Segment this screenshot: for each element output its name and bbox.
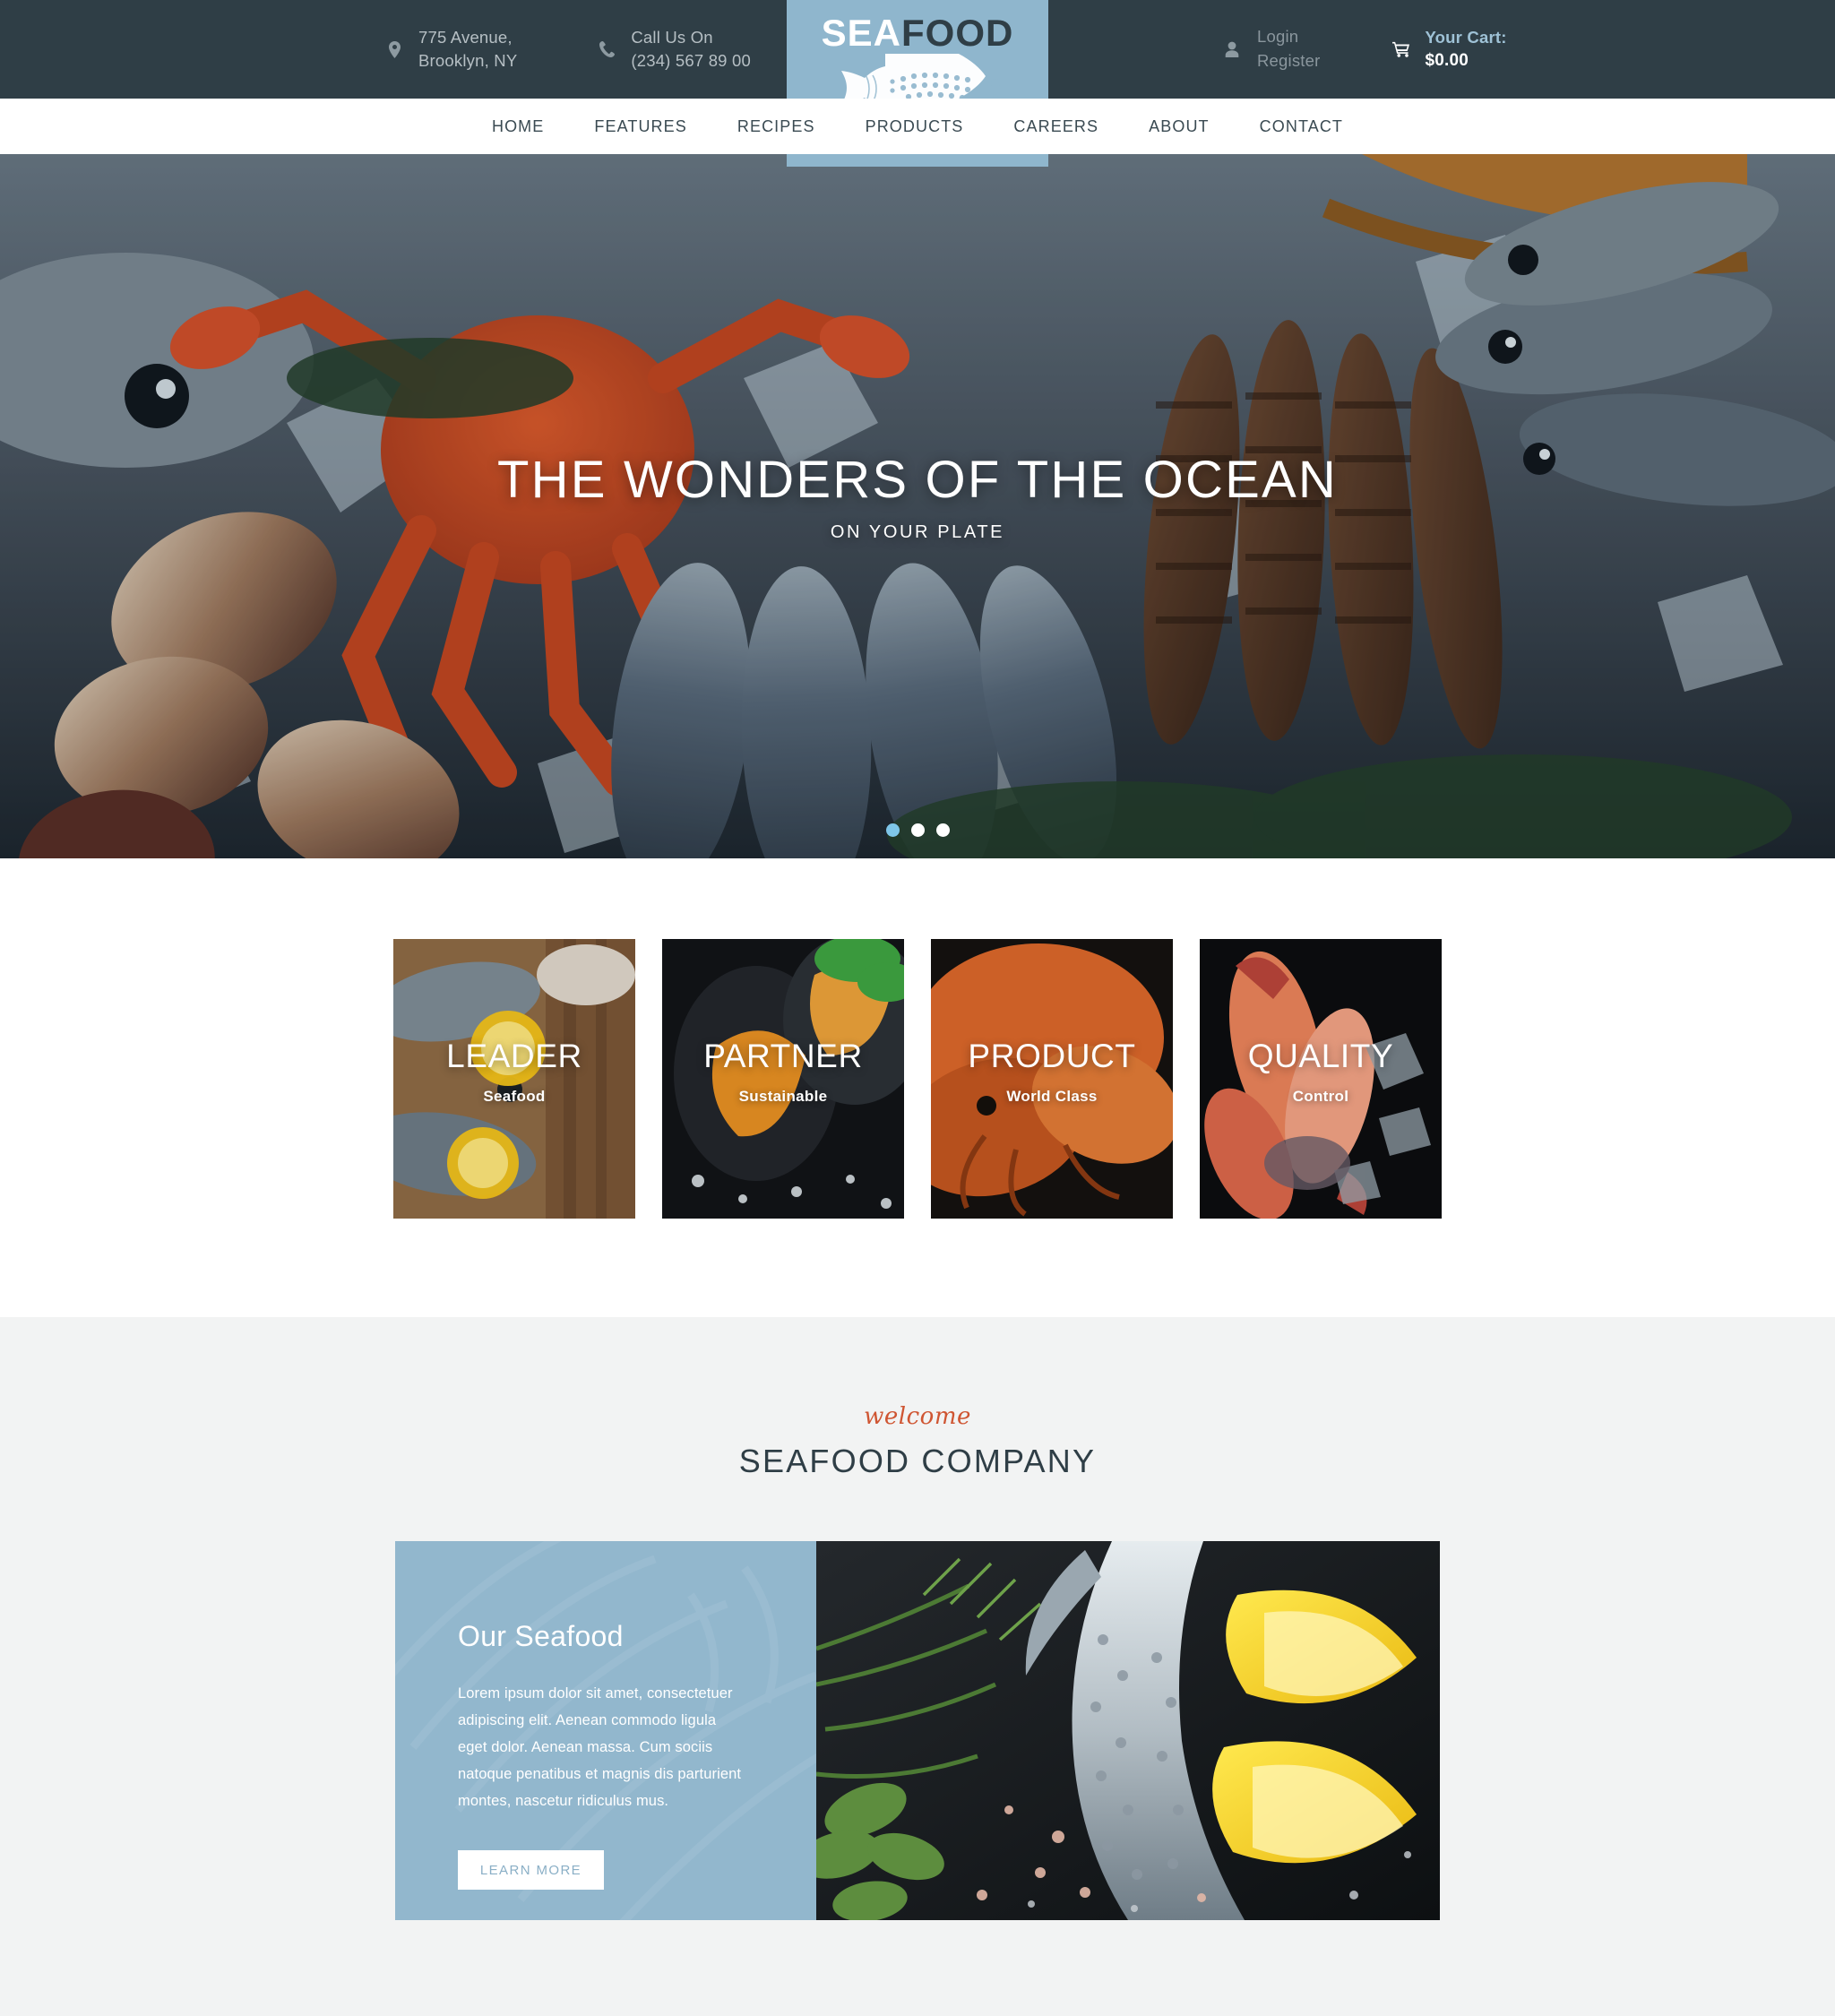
account-links: Login Register (1257, 25, 1321, 73)
address-line-2: Brooklyn, NY (418, 51, 518, 70)
welcome-section: welcome SEAFOOD COMPANY Our Seafood Lore… (0, 1317, 1835, 1920)
hero-caption: THE WONDERS OF THE OCEAN ON YOUR PLATE (0, 450, 1835, 543)
card-caption: PARTNER Sustainable (662, 1039, 904, 1106)
about-paragraph: Lorem ipsum dolor sit amet, consectetuer… (458, 1685, 742, 1810)
about-inner: Our Seafood Lorem ipsum dolor sit amet, … (395, 1541, 1440, 1920)
learn-more-button[interactable]: LEARN MORE (458, 1850, 604, 1891)
carousel-dot-1[interactable] (885, 823, 900, 837)
account-block: Login Register (1223, 25, 1321, 73)
cart-icon[interactable] (1391, 40, 1410, 58)
phone-block: Call Us On (234) 567 89 00 (598, 26, 751, 73)
location-pin-icon (385, 40, 403, 58)
feature-card-partner[interactable]: PARTNER Sustainable (662, 939, 904, 1219)
phone-label: Call Us On (631, 27, 713, 47)
card-caption: QUALITY Control (1200, 1039, 1442, 1106)
welcome-title: SEAFOOD COMPANY (738, 1443, 1097, 1479)
card-title: QUALITY (1247, 1038, 1394, 1074)
address-block: 775 Avenue, Brooklyn, NY (385, 26, 517, 73)
card-title: PRODUCT (968, 1038, 1136, 1074)
nav-item-careers[interactable]: CAREERS (988, 117, 1124, 136)
hero-subtitle: ON YOUR PLATE (830, 522, 1005, 542)
about-heading: Our Seafood (458, 1620, 624, 1652)
feature-card-product[interactable]: PRODUCT World Class (931, 939, 1173, 1219)
cart-label: Your Cart: (1425, 27, 1507, 47)
carousel-dots (0, 823, 1835, 837)
hero-carousel: THE WONDERS OF THE OCEAN ON YOUR PLATE (0, 154, 1835, 858)
card-title: PARTNER (703, 1038, 863, 1074)
feature-cards-section: LEADER Seafood PARTNER Sustainable PRODU… (0, 858, 1835, 1317)
carousel-dot-3[interactable] (935, 823, 950, 837)
hero-title: THE WONDERS OF THE OCEAN (497, 451, 1338, 509)
about-text-panel: Our Seafood Lorem ipsum dolor sit amet, … (395, 1541, 816, 1920)
nav-item-about[interactable]: ABOUT (1124, 117, 1235, 136)
nav-item-features[interactable]: FEATURES (569, 117, 711, 136)
phone-number[interactable]: (234) 567 89 00 (631, 49, 751, 73)
card-subtitle: World Class (1006, 1088, 1098, 1105)
card-caption: LEADER Seafood (393, 1039, 635, 1106)
cart-text: Your Cart: $0.00 (1426, 26, 1507, 73)
card-title: LEADER (446, 1038, 582, 1074)
page-bottom-spacer (0, 1920, 1835, 2016)
user-icon (1223, 41, 1241, 57)
top-utility-bar: 775 Avenue, Brooklyn, NY Call Us On (234… (0, 0, 1835, 167)
nav-item-home[interactable]: HOME (467, 117, 569, 136)
login-link[interactable]: Login (1257, 25, 1321, 49)
topbar-account-group: Login Register Your Cart: $0.00 (1223, 25, 1507, 73)
cart-block[interactable]: Your Cart: $0.00 (1391, 26, 1507, 73)
feature-card-quality[interactable]: QUALITY Control (1200, 939, 1442, 1219)
main-navigation: HOME FEATURES RECIPES PRODUCTS CAREERS A… (0, 99, 1835, 154)
nav-item-contact[interactable]: CONTACT (1235, 117, 1368, 136)
about-image-panel (816, 1541, 1440, 1920)
about-fish-image (816, 1541, 1440, 1920)
page-root: 775 Avenue, Brooklyn, NY Call Us On (234… (0, 0, 1835, 2016)
nav-item-list: HOME FEATURES RECIPES PRODUCTS CAREERS A… (467, 117, 1368, 136)
about-block: Our Seafood Lorem ipsum dolor sit amet, … (0, 1541, 1835, 1920)
cart-total: $0.00 (1425, 50, 1469, 70)
card-caption: PRODUCT World Class (931, 1039, 1173, 1106)
welcome-script-label: welcome (864, 1403, 971, 1430)
phone-text: Call Us On (234) 567 89 00 (631, 26, 751, 73)
nav-item-recipes[interactable]: RECIPES (712, 117, 840, 136)
logo-word-sea: SEA (821, 12, 902, 54)
logo-word-food: FOOD (901, 12, 1014, 54)
carousel-dot-2[interactable] (910, 823, 925, 837)
logo-wordmark: SEAFOOD (787, 14, 1048, 52)
nav-item-products[interactable]: PRODUCTS (840, 117, 989, 136)
register-link[interactable]: Register (1257, 49, 1321, 73)
phone-icon (598, 41, 616, 57)
feature-card-list: LEADER Seafood PARTNER Sustainable PRODU… (0, 939, 1835, 1219)
card-subtitle: Control (1292, 1088, 1349, 1105)
topbar-contact-group: 775 Avenue, Brooklyn, NY Call Us On (234… (385, 26, 751, 73)
card-subtitle: Sustainable (738, 1088, 828, 1105)
address-line-1: 775 Avenue, (418, 27, 513, 47)
card-subtitle: Seafood (483, 1088, 546, 1105)
feature-card-leader[interactable]: LEADER Seafood (393, 939, 635, 1219)
address-text: 775 Avenue, Brooklyn, NY (418, 26, 517, 73)
